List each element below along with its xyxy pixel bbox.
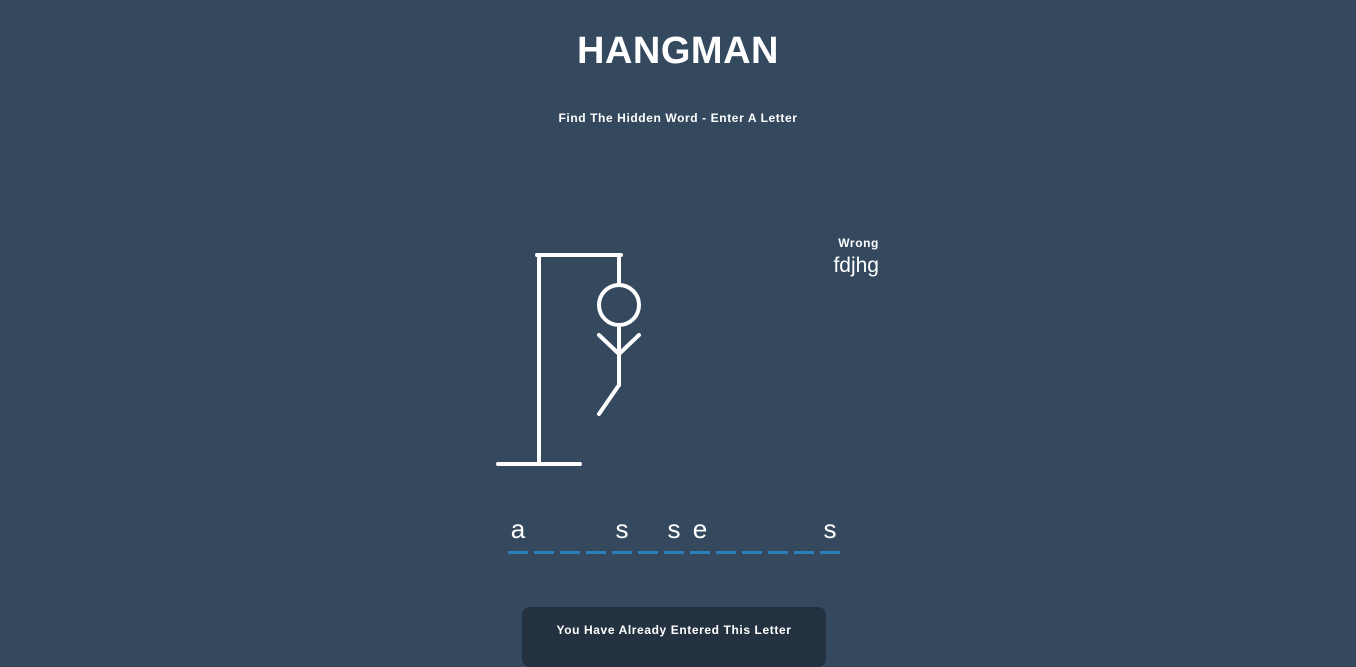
letter-slot: [716, 512, 736, 554]
page-title: HANGMAN: [577, 30, 779, 72]
letter-slot: s: [664, 512, 684, 554]
hangman-head: [597, 283, 641, 327]
wrong-letters: fdjhg: [833, 254, 879, 277]
hangman-left-arm: [597, 333, 621, 356]
letter-slot: [768, 512, 788, 554]
notification-toast: You Have Already Entered This Letter: [522, 607, 826, 667]
letter-slot: s: [612, 512, 632, 554]
letter-slot: a: [508, 512, 528, 554]
letter-slot: [534, 512, 554, 554]
letter-slot: [794, 512, 814, 554]
wrong-guesses-panel: Wrong fdjhg: [760, 236, 879, 278]
letter-slot: [742, 512, 762, 554]
letter-slot: [638, 512, 658, 554]
letter-slot: e: [690, 512, 710, 554]
letter-slot: [560, 512, 580, 554]
instructions-text: Find The Hidden Word - Enter A Letter: [558, 111, 798, 125]
hangman-left-leg: [597, 383, 621, 416]
wrong-label: Wrong: [838, 236, 879, 250]
hidden-word: a s s e s: [508, 512, 840, 554]
hangman-figure: [496, 253, 641, 466]
letter-slot: [586, 512, 606, 554]
letter-slot: s: [820, 512, 840, 554]
hangman-right-arm: [617, 333, 641, 356]
